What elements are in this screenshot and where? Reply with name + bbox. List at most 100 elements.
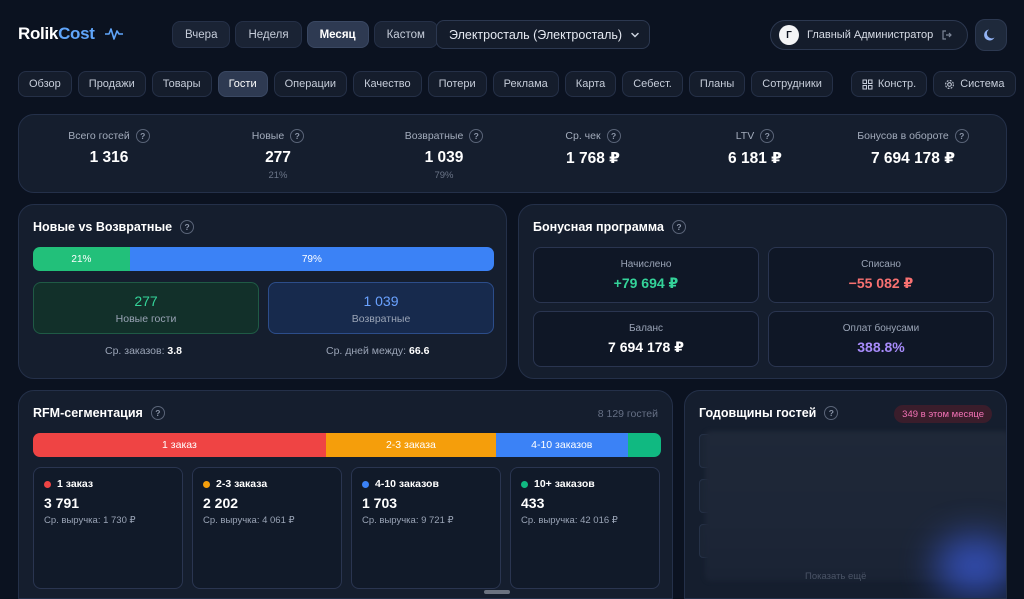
segment-count: 433 — [521, 495, 545, 511]
bonus-paid-box: Оплат бонусами 388.8% — [768, 311, 994, 367]
segment-name: 10+ заказов — [534, 478, 595, 490]
kpi-avg-check: Ср. чек? 1 768 ₽ — [513, 129, 673, 168]
show-more-link[interactable]: Показать ещё — [805, 571, 866, 582]
logo-text-main: Rolik — [18, 24, 59, 43]
segment-color-dot — [362, 480, 369, 488]
moon-icon — [984, 29, 995, 41]
bonus-balance-box: Баланс 7 694 178 ₽ — [533, 311, 759, 367]
kpi-label: LTV — [735, 130, 755, 142]
kpi-value: 7 694 178 ₽ — [870, 150, 956, 167]
kpi-label: Ср. чек — [565, 130, 601, 142]
card-title-text: Бонусная программа — [533, 220, 664, 234]
tab-operations[interactable]: Операции — [273, 71, 348, 97]
kpi-new-guests: Новые? 277 21% — [198, 129, 358, 181]
system-button[interactable]: Система — [933, 71, 1016, 97]
segment-count: 3 791 — [44, 495, 80, 511]
tab-plans[interactable]: Планы — [688, 71, 746, 97]
help-icon[interactable]: ? — [606, 129, 621, 143]
help-icon[interactable]: ? — [150, 406, 165, 420]
segment-avg-revenue: Ср. выручка: 42 016 ₽ — [521, 515, 618, 526]
period-month-button[interactable]: Месяц — [306, 21, 369, 48]
rfm-segment-card-4[interactable]: 10+ заказов 433 Ср. выручка: 42 016 ₽ — [510, 467, 660, 589]
segment-name: 4-10 заказов — [375, 478, 439, 490]
gear-icon — [945, 79, 955, 89]
segment-name: 1 заказ — [57, 478, 94, 490]
kpi-total-guests: Всего гостей? 1 316 — [29, 129, 189, 167]
avg-days-label: Ср. дней между: — [326, 345, 407, 357]
help-icon[interactable]: ? — [824, 406, 839, 420]
tab-map[interactable]: Карта — [564, 71, 617, 97]
grid-icon — [862, 79, 873, 89]
user-name: Главный Администратор — [807, 29, 934, 41]
segment-avg-revenue: Ср. выручка: 4 061 ₽ — [203, 515, 295, 526]
glow-decoration — [935, 536, 1006, 596]
tab-ads[interactable]: Реклама — [492, 71, 559, 97]
segment-color-dot — [521, 480, 528, 488]
logout-icon[interactable] — [941, 29, 953, 41]
card-title: Новые vs Возвратные ? — [33, 220, 195, 234]
bonus-accrued-value: +79 694 ₽ — [613, 275, 679, 291]
bonus-accrued-box: Начислено +79 694 ₽ — [533, 247, 759, 303]
avg-days-between: Ср. дней между: 66.6 — [326, 345, 429, 357]
city-select[interactable]: Электросталь (Электросталь) — [436, 20, 650, 49]
help-icon[interactable]: ? — [671, 220, 686, 234]
segment-name: 2-3 заказа — [216, 478, 268, 490]
new-returning-split-bar: 21% 79% — [33, 247, 494, 271]
period-custom-button[interactable]: Кастом — [373, 21, 438, 48]
pulse-icon — [104, 28, 123, 40]
help-icon[interactable]: ? — [954, 129, 969, 143]
card-title: Годовщины гостей ? — [699, 406, 839, 420]
help-icon[interactable]: ? — [290, 129, 305, 143]
tab-products[interactable]: Товары — [151, 71, 212, 97]
kpi-label: Возвратные — [404, 130, 464, 142]
tab-sales[interactable]: Продажи — [77, 71, 146, 97]
user-menu[interactable]: Г Главный Администратор — [770, 20, 968, 50]
avg-orders-label: Ср. заказов: — [105, 345, 165, 357]
period-week-button[interactable]: Неделя — [235, 21, 302, 48]
new-guests-box: 277 Новые гости — [33, 282, 259, 334]
rfm-bar-segment-3: 4-10 заказов — [495, 433, 628, 457]
rfm-segment-card-1[interactable]: 1 заказ 3 791 Ср. выручка: 1 730 ₽ — [33, 467, 183, 589]
kpi-value: 1 768 ₽ — [566, 150, 620, 167]
tab-staff[interactable]: Сотрудники — [751, 71, 833, 97]
kpi-value: 6 181 ₽ — [728, 150, 782, 167]
help-icon[interactable]: ? — [760, 129, 775, 143]
kpi-value: 1 316 — [89, 149, 129, 166]
bonus-accrued-label: Начислено — [620, 259, 672, 270]
help-icon[interactable]: ? — [180, 220, 195, 234]
card-title: Бонусная программа ? — [533, 220, 686, 234]
scroll-handle[interactable] — [484, 590, 510, 594]
card-title-text: Новые vs Возвратные — [33, 220, 173, 234]
constructor-label: Констр. — [877, 78, 917, 90]
segment-count: 2 202 — [203, 495, 239, 511]
returning-share-segment: 79% — [129, 247, 494, 271]
new-guests-label: Новые гости — [115, 313, 177, 325]
theme-toggle-button[interactable] — [975, 19, 1007, 51]
help-icon[interactable]: ? — [135, 129, 150, 143]
new-share-segment: 21% — [33, 247, 130, 271]
tab-guests[interactable]: Гости — [217, 71, 268, 97]
card-title: RFM-сегментация ? — [33, 406, 165, 420]
app-logo[interactable]: Rolik Cost — [18, 24, 123, 44]
card-title-text: RFM-сегментация — [33, 406, 143, 420]
segment-count: 1 703 — [362, 495, 398, 511]
constructor-button[interactable]: Констр. — [850, 71, 928, 97]
avg-days-value: 66.6 — [408, 345, 430, 357]
period-yesterday-button[interactable]: Вчера — [172, 21, 231, 48]
tab-losses[interactable]: Потери — [427, 71, 487, 97]
rfm-segment-card-2[interactable]: 2-3 заказа 2 202 Ср. выручка: 4 061 ₽ — [192, 467, 342, 589]
tab-overview[interactable]: Обзор — [18, 71, 72, 97]
kpi-summary-card: Всего гостей? 1 316 Новые? 277 21% Возвр… — [18, 114, 1007, 193]
kpi-bonus-turnover: Бонусов в обороте? 7 694 178 ₽ — [833, 129, 993, 168]
bonus-balance-value: 7 694 178 ₽ — [608, 339, 684, 355]
bonus-paid-label: Оплат бонусами — [842, 323, 920, 334]
avg-orders-value: 3.8 — [167, 345, 183, 357]
tab-quality[interactable]: Качество — [353, 71, 422, 97]
help-icon[interactable]: ? — [469, 129, 484, 143]
rfm-segment-bar: 1 заказ 2-3 заказа 4-10 заказов — [33, 433, 661, 457]
rfm-segment-card-3[interactable]: 4-10 заказов 1 703 Ср. выручка: 9 721 ₽ — [351, 467, 501, 589]
guest-anniversaries-card: Годовщины гостей ? 349 в этом месяце Пок… — [684, 390, 1007, 599]
kpi-value: 1 039 — [424, 149, 464, 166]
tab-cost[interactable]: Себест. — [622, 71, 683, 97]
